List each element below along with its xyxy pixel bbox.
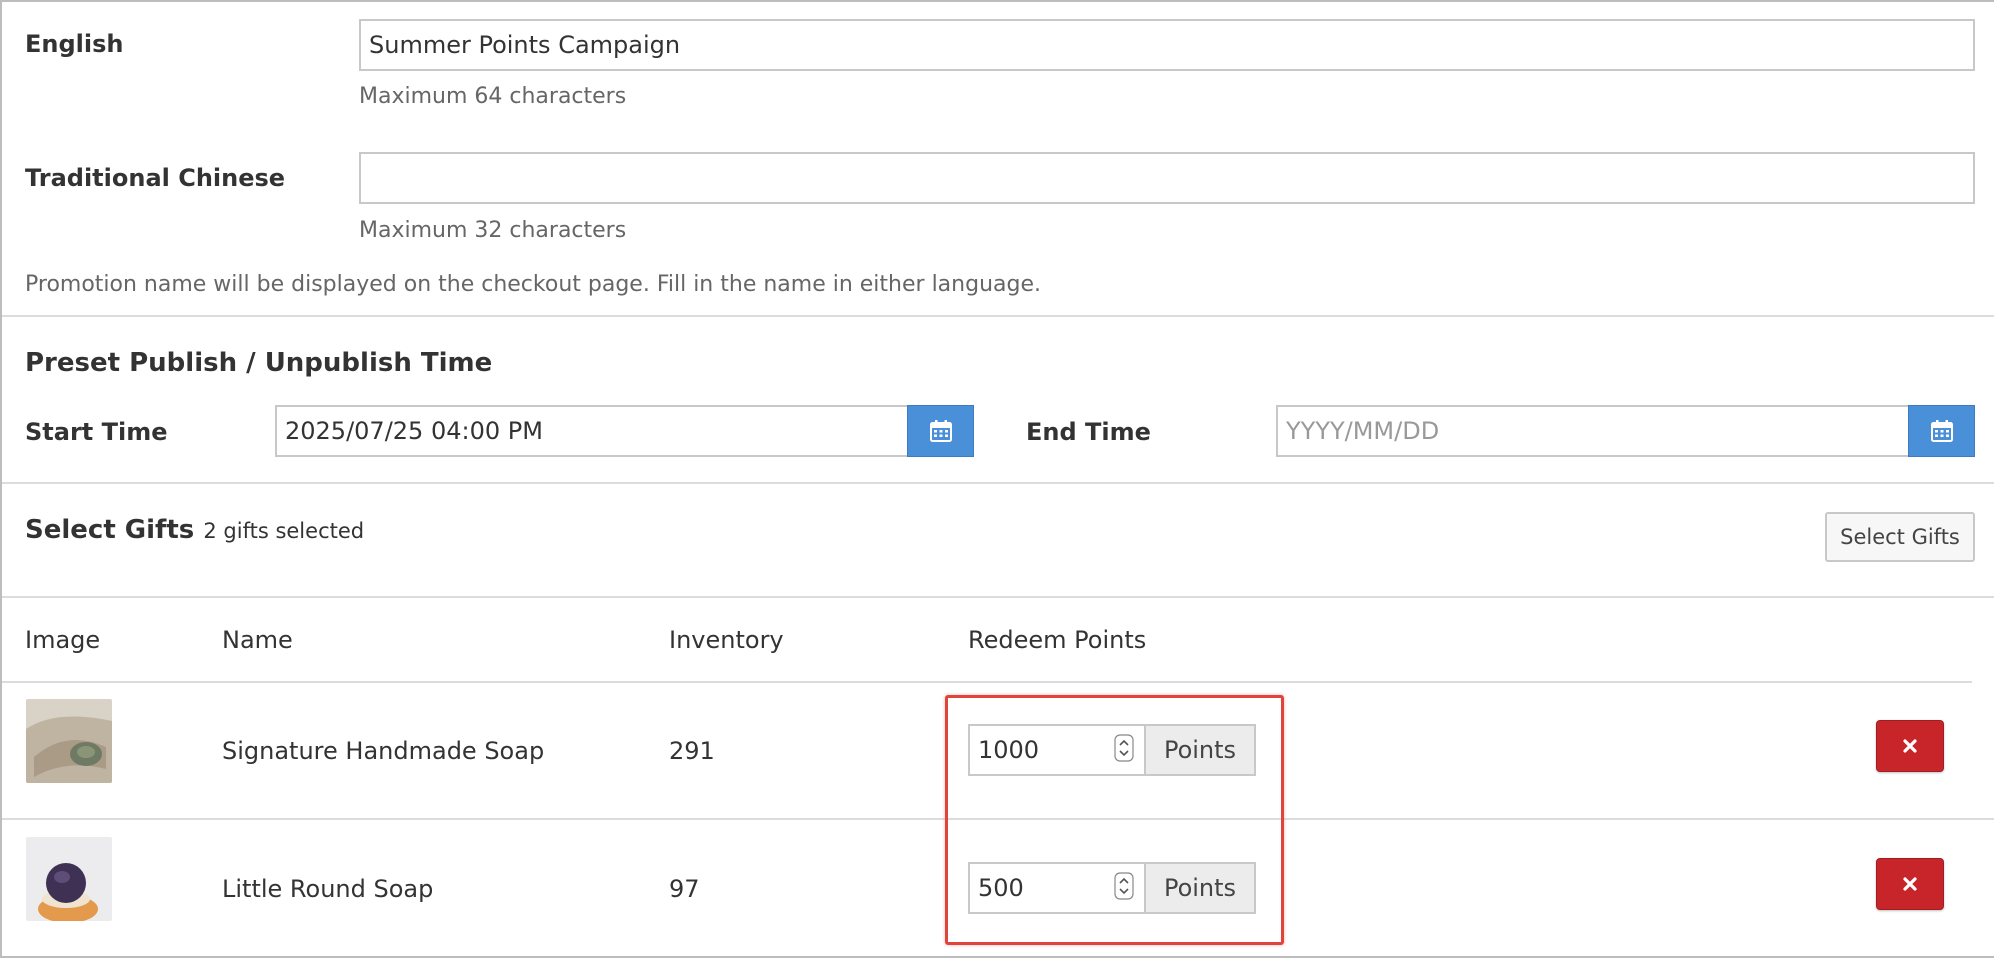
end-time-calendar-button[interactable] <box>1908 405 1975 457</box>
traditional-chinese-name-input[interactable] <box>359 152 1975 204</box>
gift-inventory: 97 <box>669 875 700 903</box>
select-gifts-title: Select Gifts <box>25 515 195 545</box>
gift-inventory: 291 <box>669 737 715 765</box>
column-header-name: Name <box>222 626 293 654</box>
traditional-chinese-label: Traditional Chinese <box>25 164 286 192</box>
traditional-chinese-help-text: Maximum 32 characters <box>359 218 627 243</box>
divider <box>2 315 1994 317</box>
redeem-points-highlight <box>945 695 1284 945</box>
end-time-input[interactable]: YYYY/MM/DD <box>1276 405 1910 457</box>
calendar-icon <box>929 420 952 442</box>
gift-name: Signature Handmade Soap <box>222 737 545 765</box>
column-header-inventory: Inventory <box>669 626 784 654</box>
start-time-calendar-button[interactable] <box>907 405 974 457</box>
remove-gift-button[interactable] <box>1876 858 1944 910</box>
column-header-redeem-points: Redeem Points <box>968 626 1147 654</box>
schedule-title: Preset Publish / Unpublish Time <box>25 348 493 378</box>
start-time-input[interactable]: 2025/07/25 04:00 PM <box>275 405 909 457</box>
english-label: English <box>25 30 124 58</box>
remove-gift-button[interactable] <box>1876 720 1944 772</box>
promotion-form: English Summer Points Campaign Maximum 6… <box>0 0 1994 958</box>
select-gifts-button[interactable]: Select Gifts <box>1825 512 1975 562</box>
gifts-selected-count: 2 gifts selected <box>203 519 365 543</box>
gift-name: Little Round Soap <box>222 875 434 903</box>
divider <box>2 596 1994 598</box>
column-header-image: Image <box>25 626 101 654</box>
promotion-name-note: Promotion name will be displayed on the … <box>25 272 1041 297</box>
english-help-text: Maximum 64 characters <box>359 84 627 109</box>
close-icon <box>1903 877 1917 891</box>
gift-image <box>26 837 112 921</box>
calendar-icon <box>1930 420 1953 442</box>
start-time-label: Start Time <box>25 418 168 446</box>
english-name-input[interactable]: Summer Points Campaign <box>359 19 1975 71</box>
close-icon <box>1903 739 1917 753</box>
end-time-label: End Time <box>1026 418 1151 446</box>
divider <box>2 482 1994 484</box>
divider <box>2 681 1972 683</box>
gift-image <box>26 699 112 783</box>
select-gifts-header: Select Gifts 2 gifts selected <box>25 515 364 545</box>
